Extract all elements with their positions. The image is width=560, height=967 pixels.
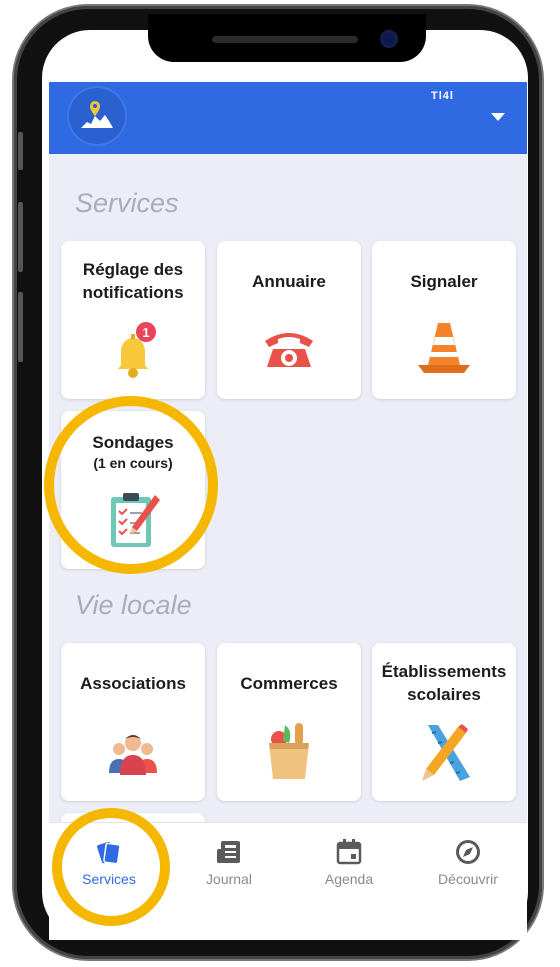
card-label: Associations [80,674,186,693]
card-label: Réglage des notifications [82,260,184,302]
tab-label: Découvrir [438,871,498,887]
tab-label: Agenda [324,871,374,887]
services-cards-icon [94,837,124,867]
people-group-icon [103,723,163,783]
village-logo-icon[interactable] [69,88,125,144]
bottom-tab-bar: Services Journal Agenda Découvrir [49,822,527,940]
tab-label: Journal [206,871,252,887]
card-label: Établissements scolaires [381,662,507,704]
card-associations[interactable]: Associations [61,643,205,801]
section-title-services: Services [75,188,179,218]
tab-journal[interactable]: Journal [179,837,279,887]
caret-down-icon[interactable] [491,113,505,121]
card-commerces[interactable]: Commerces [217,643,361,801]
notification-badge: 1 [142,325,149,340]
card-signaler[interactable]: Signaler [372,241,516,399]
clipboard-checklist-icon [103,489,163,549]
section-title-vie-locale: Vie locale [75,590,192,620]
card-label: Annuaire [252,272,326,291]
card-annuaire[interactable]: Annuaire [217,241,361,399]
ruler-pencil-icon [414,723,474,783]
grocery-bag-icon [259,721,319,781]
card-label: Sondages (1 en cours) [61,431,205,472]
phone-notch [148,14,426,62]
speaker-grille [212,36,358,43]
card-label: Commerces [240,674,338,693]
volume-up-button [18,202,23,272]
bell-icon: 1 [103,321,163,381]
card-sublabel: (1 en cours) [93,455,173,471]
volume-down-button [18,292,23,362]
card-sondages[interactable]: Sondages (1 en cours) [61,411,205,569]
traffic-cone-icon [414,319,474,379]
card-notifications-settings[interactable]: Réglage des notifications 1 [61,241,205,399]
card-label: Signaler [410,272,478,291]
tab-agenda[interactable]: Agenda [299,837,399,887]
tab-label: Services [82,871,136,887]
app-header: Tl4l [49,82,527,154]
compass-icon [453,837,483,867]
front-camera [380,30,398,48]
tab-decouvrir[interactable]: Découvrir [418,837,518,887]
card-label-text: Sondages [92,433,174,452]
header-title: Tl4l [431,90,454,102]
tab-services[interactable]: Services [59,837,159,887]
app-content: Tl4l Services Réglage des notifications … [49,82,527,940]
telephone-icon [259,319,319,379]
card-etablissements-scolaires[interactable]: Établissements scolaires [372,643,516,801]
mute-switch [18,132,23,170]
newspaper-icon [214,837,244,867]
calendar-icon [334,837,364,867]
